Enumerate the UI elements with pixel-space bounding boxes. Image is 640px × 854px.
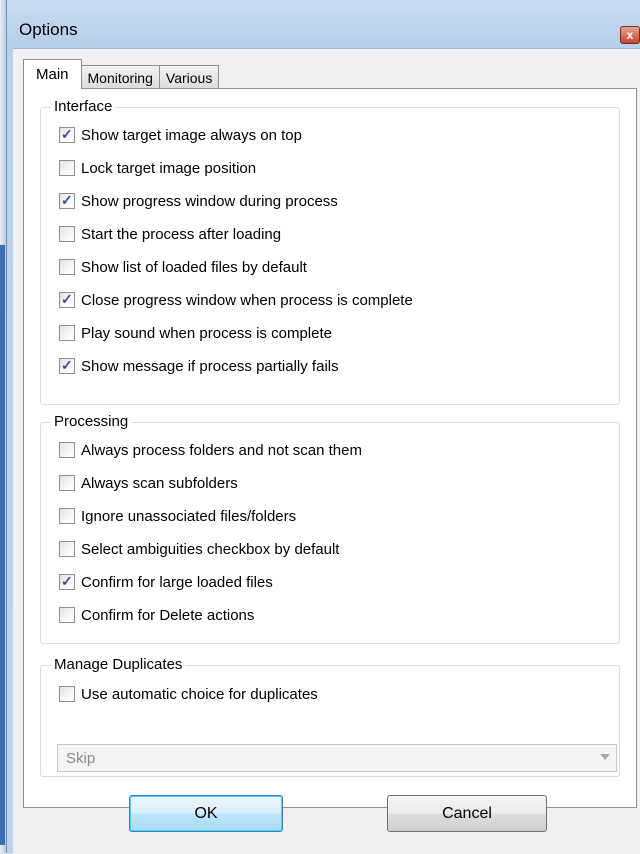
auto-choice-checkbox-row[interactable]: Use automatic choice for duplicates	[59, 684, 318, 704]
interface-option-row[interactable]: ✓ Show message if process partially fails	[59, 356, 339, 376]
interface-option-label: Show target image always on top	[81, 126, 302, 144]
processing-option-row[interactable]: Always process folders and not scan them	[59, 440, 362, 460]
interface-option-row[interactable]: Start the process after loading	[59, 224, 281, 244]
processing-option-label: Select ambiguities checkbox by default	[81, 540, 340, 558]
check-icon: ✓	[61, 357, 73, 373]
options-dialog: Options x Main Monitoring Various Interf…	[6, 0, 640, 854]
processing-option-checkbox[interactable]	[59, 541, 75, 557]
interface-option-label: Show progress window during process	[81, 192, 338, 210]
interface-option-label: Lock target image position	[81, 159, 257, 177]
interface-option-label: Close progress window when process is co…	[81, 291, 413, 309]
interface-option-row[interactable]: ✓ Show progress window during process	[59, 191, 338, 211]
background-window-accent	[0, 245, 5, 845]
tab-monitoring[interactable]: Monitoring	[80, 65, 160, 89]
interface-legend: Interface	[51, 98, 116, 116]
processing-option-checkbox[interactable]	[59, 475, 75, 491]
interface-option-label: Show message if process partially fails	[81, 357, 339, 375]
processing-group: Processing Always process folders and no…	[40, 413, 620, 644]
processing-option-checkbox[interactable]	[59, 442, 75, 458]
processing-option-checkbox[interactable]	[59, 508, 75, 524]
interface-option-checkbox[interactable]	[59, 160, 75, 176]
auto-choice-checkbox[interactable]	[59, 686, 75, 702]
processing-option-row[interactable]: ✓ Confirm for large loaded files	[59, 572, 273, 592]
tab-page-main: Interface ✓ Show target image always on t…	[23, 88, 637, 808]
duplicates-action-select[interactable]: Skip	[57, 744, 617, 772]
duplicates-group: Manage Duplicates Use automatic choice f…	[40, 656, 620, 777]
processing-option-label: Ignore unassociated files/folders	[81, 507, 297, 525]
interface-option-checkbox[interactable]	[59, 259, 75, 275]
processing-option-row[interactable]: Ignore unassociated files/folders	[59, 506, 296, 526]
processing-option-row[interactable]: Select ambiguities checkbox by default	[59, 539, 339, 559]
close-button[interactable]: x	[620, 26, 640, 44]
duplicates-select-value: Skip	[66, 749, 96, 767]
interface-option-row[interactable]: Play sound when process is complete	[59, 323, 332, 343]
interface-option-checkbox[interactable]: ✓	[59, 126, 75, 143]
processing-option-checkbox[interactable]	[59, 607, 75, 623]
interface-group: Interface ✓ Show target image always on t…	[40, 98, 620, 405]
chevron-down-icon	[600, 754, 610, 760]
processing-option-label: Always scan subfolders	[81, 474, 238, 492]
interface-option-row[interactable]: ✓ Show target image always on top	[59, 125, 302, 145]
check-icon: ✓	[61, 291, 73, 307]
close-icon: x	[626, 28, 634, 42]
processing-option-label: Confirm for large loaded files	[81, 573, 273, 591]
check-icon: ✓	[61, 192, 73, 208]
interface-option-row[interactable]: Show list of loaded files by default	[59, 257, 307, 277]
processing-option-label: Always process folders and not scan them	[81, 441, 362, 459]
interface-option-label: Play sound when process is complete	[81, 324, 332, 342]
interface-option-checkbox[interactable]	[59, 325, 75, 341]
dialog-client-area: Main Monitoring Various Interface ✓ Show …	[13, 48, 640, 854]
interface-option-row[interactable]: ✓ Close progress window when process is c…	[59, 290, 413, 310]
interface-option-checkbox[interactable]	[59, 226, 75, 242]
duplicates-legend: Manage Duplicates	[51, 656, 186, 674]
processing-option-label: Confirm for Delete actions	[81, 606, 255, 624]
interface-option-label: Start the process after loading	[81, 225, 282, 243]
tab-main[interactable]: Main	[23, 59, 82, 89]
check-icon: ✓	[61, 126, 73, 142]
interface-option-checkbox[interactable]: ✓	[59, 357, 75, 374]
interface-option-row[interactable]: Lock target image position	[59, 158, 256, 178]
cancel-button[interactable]: Cancel	[387, 795, 547, 832]
processing-option-checkbox[interactable]: ✓	[59, 573, 75, 590]
window-title: Options	[19, 20, 78, 39]
interface-option-label: Show list of loaded files by default	[81, 258, 307, 276]
processing-legend: Processing	[51, 413, 132, 431]
ok-button[interactable]: OK	[129, 795, 283, 832]
tab-various[interactable]: Various	[158, 65, 220, 89]
tab-strip: Main Monitoring Various	[23, 59, 220, 89]
auto-choice-label: Use automatic choice for duplicates	[81, 685, 318, 703]
processing-option-row[interactable]: Confirm for Delete actions	[59, 605, 254, 625]
check-icon: ✓	[61, 573, 73, 589]
title-bar[interactable]: Options x	[7, 0, 640, 44]
processing-option-row[interactable]: Always scan subfolders	[59, 473, 238, 493]
interface-option-checkbox[interactable]: ✓	[59, 192, 75, 209]
interface-option-checkbox[interactable]: ✓	[59, 291, 75, 308]
